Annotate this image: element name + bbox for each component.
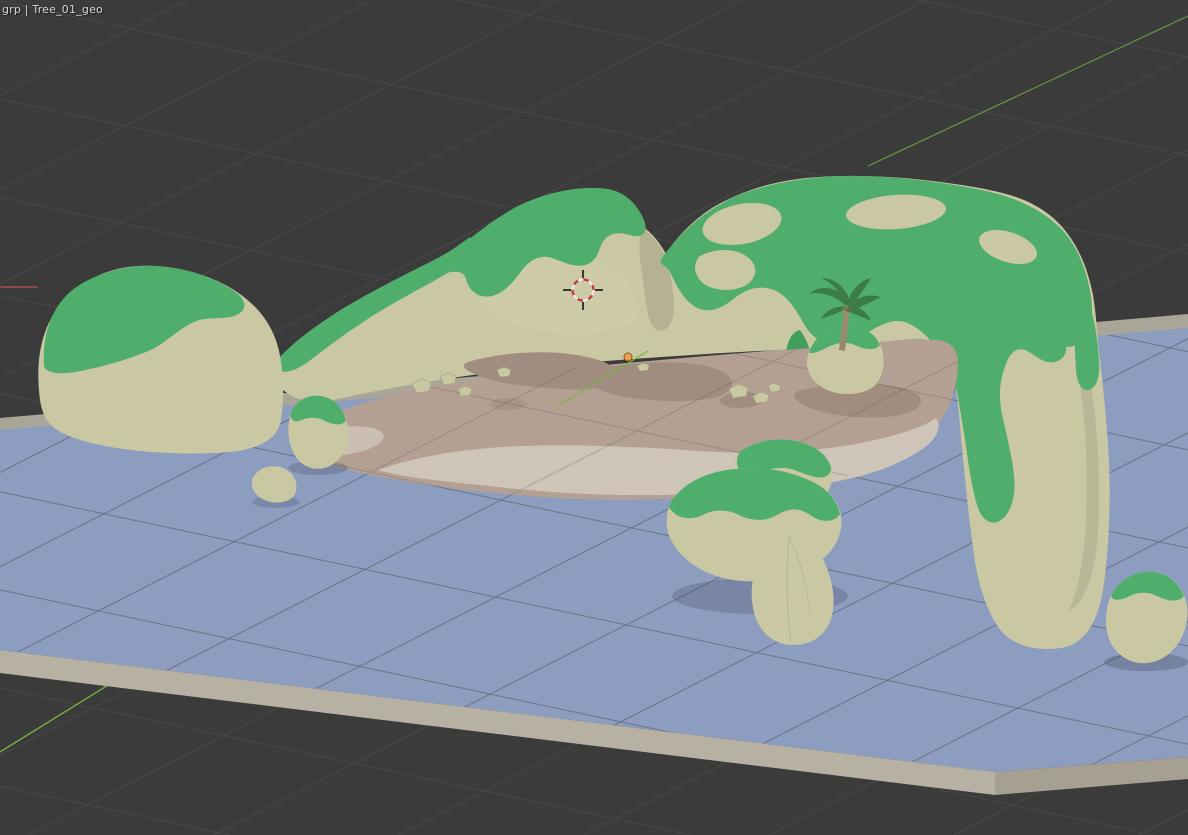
active-object-breadcrumb: grp | Tree_01_geo [2, 3, 103, 16]
palm-coconut [841, 306, 845, 310]
object-origin-dot[interactable] [623, 352, 633, 362]
blender-window: grp | Tree_01_geo [0, 0, 1188, 835]
palm-coconut [847, 307, 851, 311]
3d-viewport[interactable] [0, 0, 1188, 835]
